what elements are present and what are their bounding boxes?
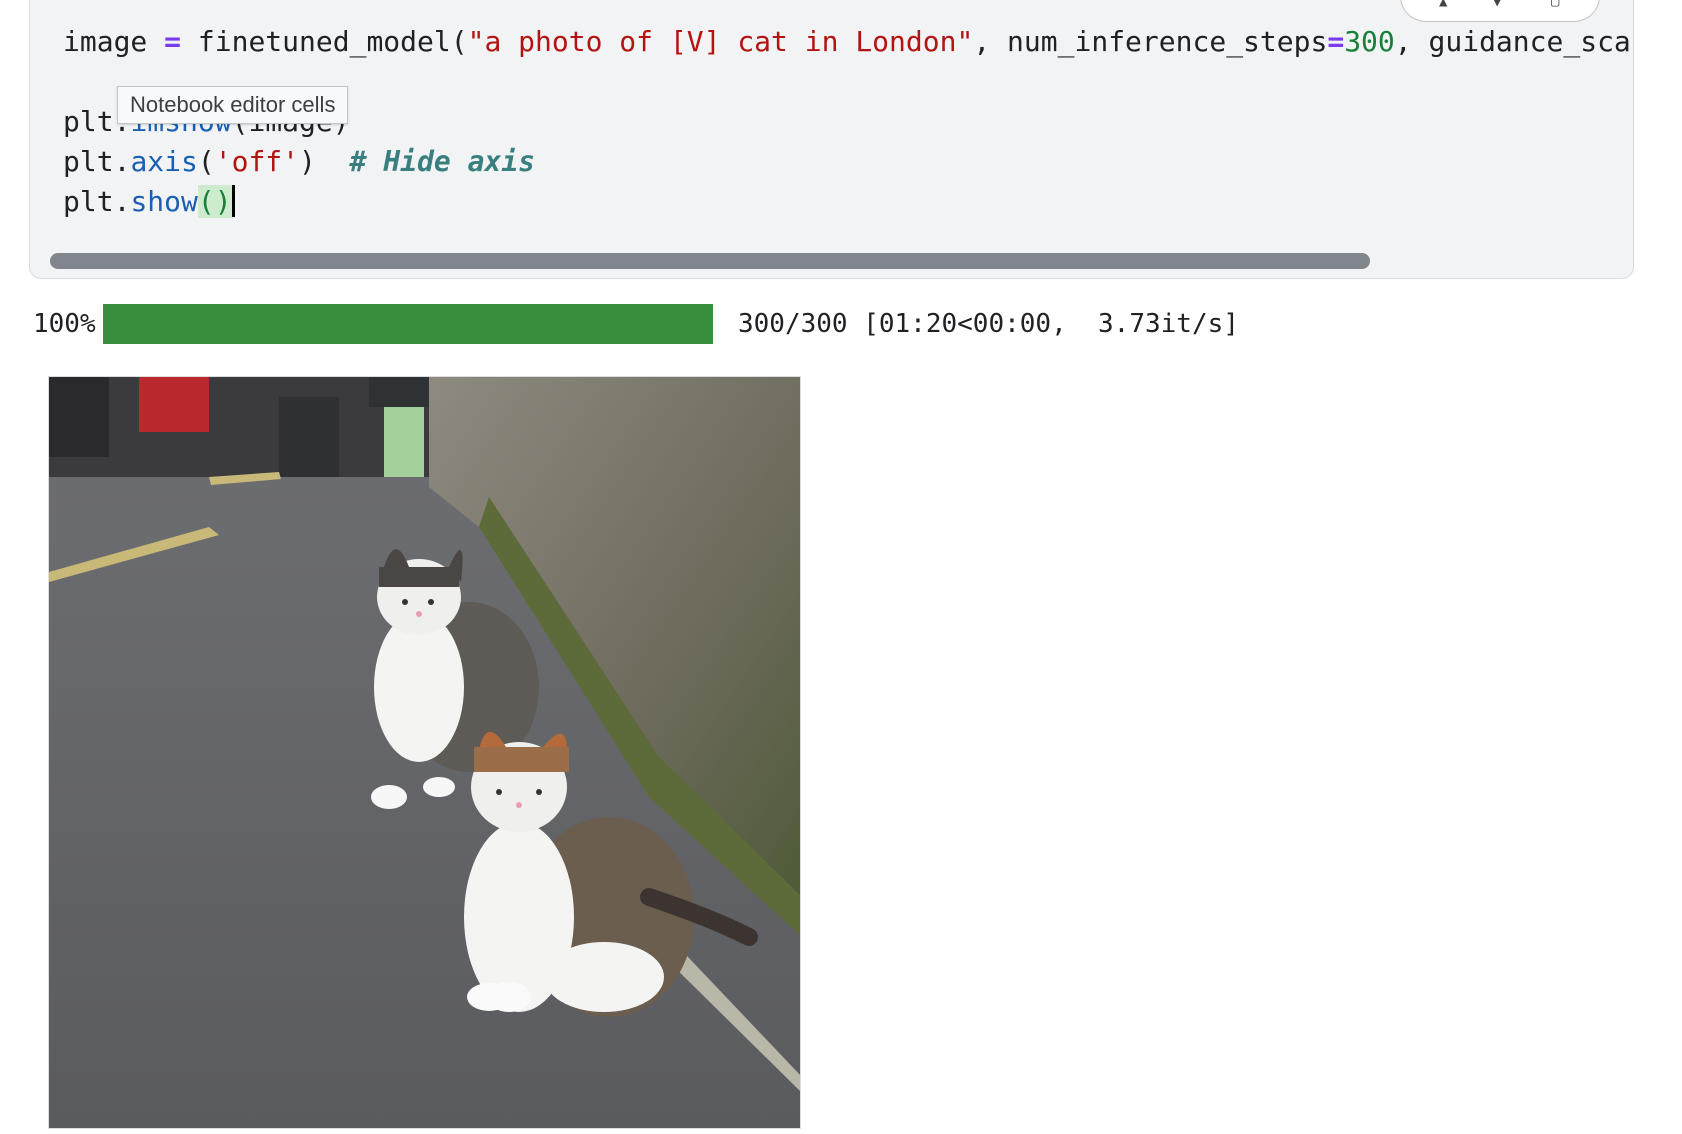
code-token: plt.: [63, 145, 131, 178]
code-token: finetuned_model(: [181, 25, 468, 58]
code-token: =: [1327, 25, 1345, 58]
code-token: plt.: [63, 185, 131, 218]
copy-icon[interactable]: ▢: [1551, 0, 1565, 9]
progress-bar-fill: [103, 304, 713, 344]
code-token: "a photo of [V] cat in London": [467, 25, 974, 58]
progress-percent: 100%: [33, 309, 96, 339]
code-token: 300: [1344, 25, 1395, 58]
code-token: , num_inference_steps: [973, 25, 1328, 58]
code-token: (): [197, 185, 232, 218]
code-line[interactable]: plt.axis('off') # Hide axis: [63, 142, 1631, 182]
code-cell[interactable]: image = finetuned_model("a photo of [V] …: [29, 0, 1634, 279]
scrollbar-thumb[interactable]: [50, 253, 1370, 269]
code-token: (: [197, 145, 215, 178]
code-token: , guidance_sca: [1394, 25, 1631, 58]
arrow-up-icon[interactable]: ▲: [1439, 0, 1453, 9]
progress-bar: [103, 304, 713, 344]
code-token: show: [130, 185, 198, 218]
code-token: image: [63, 25, 165, 58]
output-image: [48, 376, 801, 1129]
code-line[interactable]: plt.show(): [63, 182, 1631, 222]
cell-toolbar: ▲ ▼ ▢: [1400, 0, 1600, 22]
progress-stats: 300/300 [01:20<00:00, 3.73it/s]: [738, 309, 1239, 339]
code-token: # Hide axis: [349, 145, 536, 178]
arrow-down-icon[interactable]: ▼: [1493, 0, 1507, 9]
code-token: =: [164, 25, 182, 58]
tooltip: Notebook editor cells: [117, 86, 349, 124]
text-cursor: [231, 185, 235, 217]
code-token: 'off': [214, 145, 300, 178]
code-token: ): [299, 145, 350, 178]
horizontal-scrollbar[interactable]: [50, 253, 1610, 269]
code-line[interactable]: image = finetuned_model("a photo of [V] …: [63, 22, 1631, 62]
generated-cat-photo: [49, 377, 800, 1128]
code-token: axis: [130, 145, 198, 178]
